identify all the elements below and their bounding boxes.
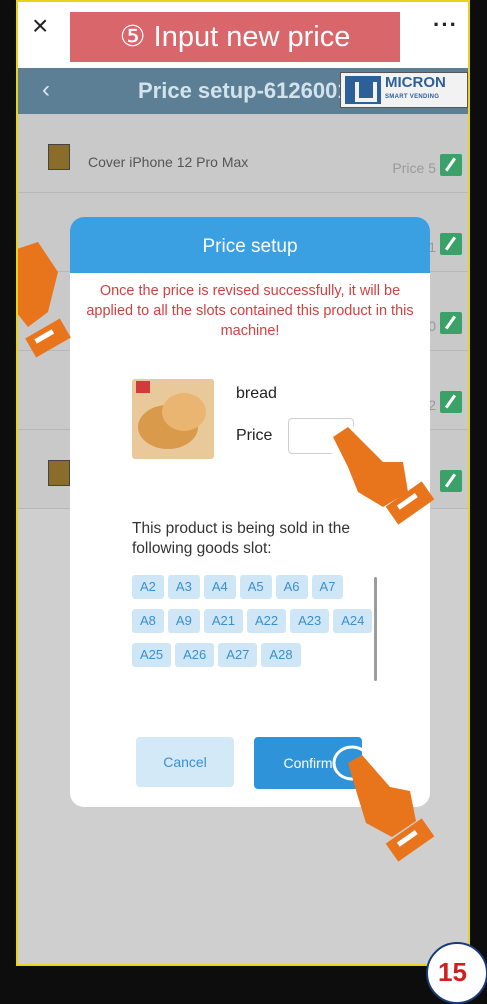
slot-chip: A25 [132,643,172,667]
slot-chip: A2 [132,575,164,599]
home-indicator [170,954,338,959]
slot-chip: A24 [333,609,373,633]
slot-scrollbar[interactable] [374,577,377,681]
logo-mark-icon [345,76,381,104]
product-thumbnail [48,144,70,170]
slot-chip: A4 [203,575,236,599]
edit-icon[interactable] [440,470,462,492]
slot-chip: A8 [132,609,164,633]
product-image [132,379,214,459]
pointing-hand-icon [18,242,71,358]
product-name: bread [236,385,277,402]
pointing-hand-icon [332,745,435,862]
app-header: ‹ Price setup-6126001 MICRON SMART VENDI… [18,68,468,114]
slot-chip: A5 [239,575,272,599]
warning-text: Once the price is revised successfully, … [86,283,414,339]
list-item[interactable]: Cover iPhone 12 Pro Max Price 5 [18,114,468,193]
page-number-badge: 15 [426,942,487,1004]
slot-chip: A22 [246,609,287,633]
edit-icon[interactable] [440,154,462,176]
slot-chip: A23 [290,609,330,633]
step-banner: ⑤ Input new price [70,12,400,62]
top-bar: × ⑤ Input new price ··· [18,2,468,68]
back-icon[interactable]: ‹ [42,76,50,104]
edit-icon[interactable] [440,233,462,255]
slot-chip: A7 [311,575,344,599]
phone-frame: × ⑤ Input new price ··· ‹ Price setup-61… [16,0,470,966]
micron-logo: MICRON SMART VENDING [340,72,468,108]
edit-icon[interactable] [440,312,462,334]
slot-chip: A3 [167,575,200,599]
slot-list: A2 A3 A4 A5 A6 A7 A8 A9 A21 A22 A23 A24 A25 A26 A27 A28 [132,575,382,693]
more-icon[interactable]: ··· [433,12,458,38]
cancel-button[interactable]: Cancel [136,737,234,787]
close-icon[interactable]: × [32,12,48,40]
dialog-title: Price setup [70,217,430,273]
slot-chip: A28 [261,643,301,667]
product-name: Cover iPhone 12 Pro Max [88,154,249,170]
edit-icon[interactable] [440,391,462,413]
price-label: Price [236,427,273,444]
logo-text: MICRON [385,74,446,91]
page-title: Price setup-6126001 [138,78,350,103]
product-thumbnail [48,460,70,486]
slot-chip: A27 [218,643,258,667]
slot-chip: A21 [203,609,243,633]
logo-subtext: SMART VENDING [385,94,440,100]
product-price: Price 5 [392,160,436,176]
slot-chip: A9 [167,609,200,633]
slot-chip: A6 [275,575,308,599]
slot-chip: A26 [175,643,215,667]
pointing-hand-icon [318,419,435,525]
